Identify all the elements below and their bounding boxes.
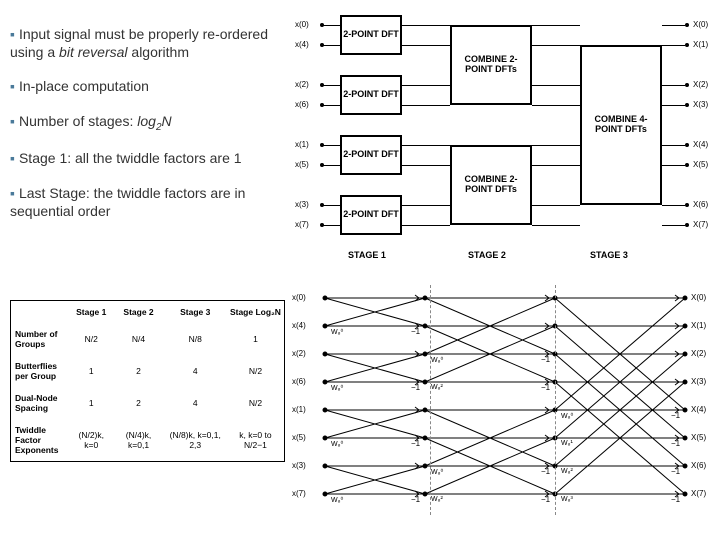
output-label: X(1) [691, 321, 706, 330]
combine2-box: COMBINE 2-POINT DFTs [450, 25, 532, 105]
input-label: x(1) [295, 140, 309, 149]
stage-label: STAGE 2 [468, 250, 506, 260]
table-row: Twiddle Factor Exponents (N/2)k, k=0(N/4… [11, 419, 284, 461]
table-row: Butterflies per Group 124N/2 [11, 355, 284, 387]
output-label: X(6) [693, 200, 708, 209]
bullet-last-stage: ▪Last Stage: the twiddle factors are in … [10, 184, 285, 220]
table-row: Number of Groups N/2N/4N/81 [11, 323, 284, 355]
minus1-label: −1 [541, 495, 550, 504]
input-label: x(4) [292, 321, 306, 330]
input-label: x(7) [292, 489, 306, 498]
stage-label: STAGE 3 [590, 250, 628, 260]
twiddle-label: W₈⁰ [331, 328, 343, 336]
input-label: x(2) [295, 80, 309, 89]
input-label: x(7) [295, 220, 309, 229]
twiddle-label: W₈² [431, 496, 443, 503]
output-label: X(6) [691, 461, 706, 470]
twiddle-label: W₈⁰ [431, 356, 443, 364]
input-label: x(6) [295, 100, 309, 109]
output-label: X(2) [693, 80, 708, 89]
twiddle-label: W₈² [561, 468, 573, 475]
bullet-bit-reversal: ▪Input signal must be properly re-ordere… [10, 25, 285, 61]
minus1-label: −1 [541, 383, 550, 392]
minus1-label: −1 [411, 327, 420, 336]
input-label: x(5) [295, 160, 309, 169]
minus1-label: −1 [541, 467, 550, 476]
output-label: X(0) [693, 20, 708, 29]
minus1-label: −1 [411, 495, 420, 504]
minus1-label: −1 [541, 355, 550, 364]
input-label: x(5) [292, 433, 306, 442]
input-label: x(6) [292, 377, 306, 386]
twiddle-label: W₈⁰ [331, 440, 343, 448]
minus1-label: −1 [671, 439, 680, 448]
output-label: X(5) [691, 433, 706, 442]
minus1-label: −1 [411, 439, 420, 448]
minus1-label: −1 [671, 495, 680, 504]
combine4-box: COMBINE 4-POINT DFTs [580, 45, 662, 205]
dft2-box: 2-POINT DFT [340, 15, 402, 55]
bullet-stage1: ▪Stage 1: all the twiddle factors are 1 [10, 149, 285, 167]
input-label: x(1) [292, 405, 306, 414]
output-label: X(4) [691, 405, 706, 414]
output-label: X(0) [691, 293, 706, 302]
output-label: X(7) [693, 220, 708, 229]
stage-table: Stage 1 Stage 2 Stage 3 Stage Log₂N Numb… [10, 300, 285, 462]
output-label: X(3) [693, 100, 708, 109]
input-label: x(3) [295, 200, 309, 209]
twiddle-label: W₈¹ [561, 440, 573, 447]
twiddle-label: W₈⁰ [331, 384, 343, 392]
combine2-box: COMBINE 2-POINT DFTs [450, 145, 532, 225]
dft2-box: 2-POINT DFT [340, 195, 402, 235]
output-label: X(5) [693, 160, 708, 169]
minus1-label: −1 [411, 383, 420, 392]
output-label: X(1) [693, 40, 708, 49]
input-label: x(3) [292, 461, 306, 470]
output-label: X(2) [691, 349, 706, 358]
output-label: X(7) [691, 489, 706, 498]
fft-block-diagram: /* generated below */ x(0)X(0)x(4)X(1)x(… [290, 5, 715, 270]
output-label: X(3) [691, 377, 706, 386]
twiddle-label: W₈⁰ [561, 412, 573, 420]
twiddle-label: W₈⁰ [431, 468, 443, 476]
stage-label: STAGE 1 [348, 250, 386, 260]
bullet-inplace: ▪In-place computation [10, 77, 285, 95]
input-label: x(2) [292, 349, 306, 358]
input-label: x(0) [292, 293, 306, 302]
input-label: x(4) [295, 40, 309, 49]
dft2-box: 2-POINT DFT [340, 135, 402, 175]
twiddle-label: W₈⁰ [331, 496, 343, 504]
minus1-label: −1 [671, 411, 680, 420]
dft2-box: 2-POINT DFT [340, 75, 402, 115]
table-header-row: Stage 1 Stage 2 Stage 3 Stage Log₂N [11, 301, 284, 323]
twiddle-label: W₈² [431, 384, 443, 391]
fft-butterfly-diagram: x(0) X(0) x(4) X(1) x(2) X(2) x(6) X(3) x(1) X(4)… [290, 280, 715, 535]
output-label: X(4) [693, 140, 708, 149]
table-row: Dual-Node Spacing 124N/2 [11, 387, 284, 419]
input-label: x(0) [295, 20, 309, 29]
minus1-label: −1 [671, 467, 680, 476]
twiddle-label: W₈³ [561, 496, 573, 503]
bullet-stages: ▪Number of stages: log2N [10, 112, 285, 134]
